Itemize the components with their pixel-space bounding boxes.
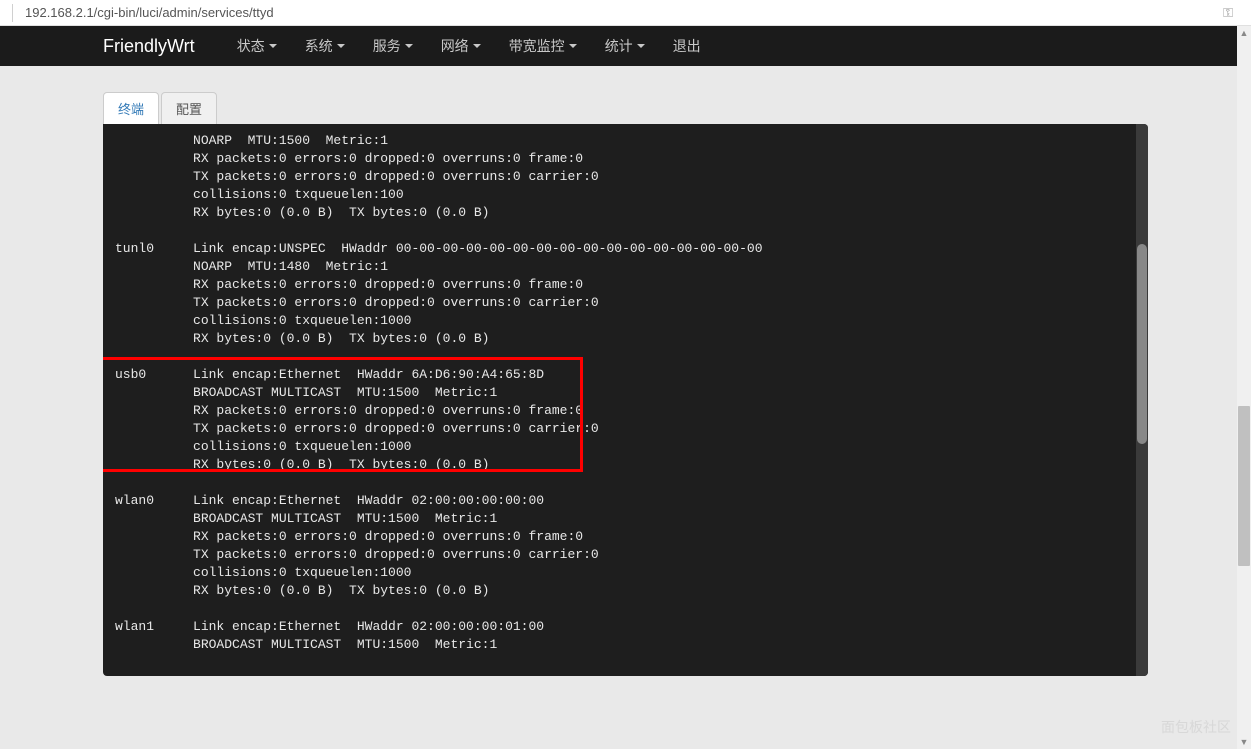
tab-0[interactable]: 终端	[103, 92, 159, 124]
chevron-down-icon	[405, 44, 413, 48]
chevron-down-icon	[337, 44, 345, 48]
nav-item-1[interactable]: 系统	[291, 26, 359, 66]
key-icon[interactable]: ⚿	[1223, 5, 1233, 21]
nav-item-3[interactable]: 网络	[427, 26, 495, 66]
addr-divider	[12, 4, 13, 22]
header: FriendlyWrt 状态系统服务网络带宽监控统计退出	[0, 26, 1251, 66]
tabs: 终端配置	[103, 92, 1148, 124]
terminal-scrollbar-thumb[interactable]	[1137, 244, 1147, 444]
terminal[interactable]: NOARP MTU:1500 Metric:1 RX packets:0 err…	[103, 124, 1148, 676]
page-scrollbar[interactable]: ▲ ▼	[1237, 26, 1251, 749]
nav-item-2[interactable]: 服务	[359, 26, 427, 66]
terminal-container: NOARP MTU:1500 Metric:1 RX packets:0 err…	[103, 124, 1148, 676]
nav-item-0[interactable]: 状态	[223, 26, 291, 66]
nav-item-5[interactable]: 统计	[591, 26, 659, 66]
terminal-scrollbar[interactable]	[1136, 124, 1148, 676]
chevron-down-icon	[637, 44, 645, 48]
chevron-down-icon	[269, 44, 277, 48]
url-text: 192.168.2.1/cgi-bin/luci/admin/services/…	[25, 5, 274, 20]
scroll-up-icon[interactable]: ▲	[1237, 26, 1251, 40]
nav-item-6[interactable]: 退出	[659, 26, 715, 66]
chevron-down-icon	[569, 44, 577, 48]
page-body: FriendlyWrt 状态系统服务网络带宽监控统计退出 终端配置 NOARP …	[0, 26, 1251, 749]
address-bar[interactable]: 192.168.2.1/cgi-bin/luci/admin/services/…	[0, 0, 1251, 26]
nav-item-4[interactable]: 带宽监控	[495, 26, 591, 66]
nav: 状态系统服务网络带宽监控统计退出	[223, 26, 715, 66]
scroll-down-icon[interactable]: ▼	[1237, 735, 1251, 749]
content: 终端配置 NOARP MTU:1500 Metric:1 RX packets:…	[103, 66, 1148, 676]
page-scrollbar-thumb[interactable]	[1238, 406, 1250, 566]
chevron-down-icon	[473, 44, 481, 48]
brand[interactable]: FriendlyWrt	[103, 36, 195, 57]
tab-1[interactable]: 配置	[161, 92, 217, 124]
